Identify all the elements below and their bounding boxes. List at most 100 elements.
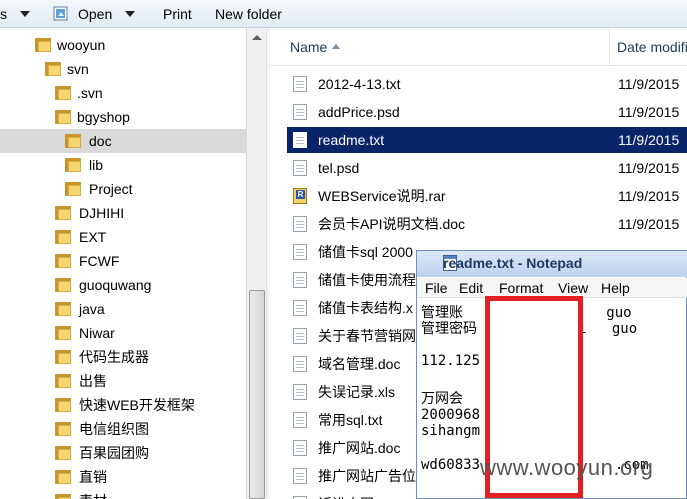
file-name: 2012-4-13.txt (318, 76, 401, 92)
file-date: 11/9/2015 (618, 104, 680, 120)
folder-icon (65, 157, 81, 173)
tree-item-svn-hidden[interactable]: .svn (0, 81, 246, 105)
tree-item-label: Project (89, 181, 133, 197)
folder-icon (55, 493, 71, 499)
tree-item-label: java (79, 301, 105, 317)
watermark: www.wooyun.org (480, 455, 654, 480)
notepad-title: readme.txt - Notepad (443, 255, 583, 271)
tree-item-label: guoquwang (79, 277, 152, 293)
file-row[interactable]: WEBService说明.rar 11/9/2015 (287, 183, 687, 209)
organize-dropdown-icon[interactable] (20, 11, 30, 17)
open-dropdown-icon[interactable] (125, 11, 135, 17)
file-date: 11/9/2015 (618, 132, 680, 148)
file-icon (293, 272, 307, 288)
file-date: 11/9/2015 (618, 160, 680, 176)
name-column-label: Name (290, 39, 328, 55)
file-name: 推广网站.doc (318, 440, 401, 456)
open-button[interactable]: Open (78, 5, 112, 23)
open-icon (53, 6, 68, 21)
tree-item-label: .svn (77, 85, 103, 101)
psd-file-icon (293, 104, 307, 120)
tree-item-project[interactable]: Project (0, 177, 246, 201)
print-button[interactable]: Print (163, 5, 192, 23)
tree-scrollbar[interactable] (246, 28, 266, 499)
folder-icon (55, 253, 71, 269)
folder-icon (35, 37, 51, 53)
command-toolbar: s Open Print New folder (0, 0, 687, 28)
file-row[interactable]: tel.psd 11/9/2015 (287, 155, 687, 181)
folder-icon (55, 397, 71, 413)
text-line: sihangm (421, 423, 481, 439)
notepad-menu-bar: File Edit Format View Help (417, 278, 687, 298)
tree-item-guoquwang[interactable]: guoquwang (0, 273, 246, 297)
tree-item-label: bgyshop (77, 109, 130, 125)
tree-item-niwar[interactable]: Niwar (0, 321, 246, 345)
tree-item-telecom-org[interactable]: 电信组织图 (0, 417, 246, 441)
folder-icon (55, 349, 71, 365)
new-folder-button[interactable]: New folder (215, 5, 282, 23)
tree-item-java[interactable]: java (0, 297, 246, 321)
xls-file-icon (293, 384, 307, 400)
tree-item-label: 电信组织图 (79, 421, 149, 437)
tree-item-fcwf[interactable]: FCWF (0, 249, 246, 273)
tree-item-materials[interactable]: 素材 (0, 489, 246, 499)
tree-item-group-buy[interactable]: 百果园团购 (0, 441, 246, 465)
file-row[interactable]: addPrice.psd 11/9/2015 (287, 99, 687, 125)
folder-icon (55, 205, 71, 221)
folder-icon (55, 301, 71, 317)
menu-edit[interactable]: Edit (459, 280, 483, 296)
text-file-icon (293, 76, 307, 92)
menu-format[interactable]: Format (499, 280, 543, 296)
notepad-title-bar[interactable]: readme.txt - Notepad (417, 251, 687, 277)
menu-file[interactable]: File (425, 280, 448, 296)
tree-item-djhihi[interactable]: DJHIHI (0, 201, 246, 225)
tree-item-wooyun[interactable]: wooyun (0, 33, 246, 57)
doc-file-icon (293, 440, 307, 456)
file-icon (293, 328, 307, 344)
tree-item-bgyshop[interactable]: bgyshop (0, 105, 246, 129)
navigation-tree: wooyun svn .svn bgyshop doc lib Project … (0, 28, 246, 499)
file-name: WEBService说明.rar (318, 188, 446, 204)
scroll-up-icon[interactable] (252, 35, 262, 40)
folder-icon (65, 133, 81, 149)
text-file-icon (293, 132, 307, 148)
file-name: 诉讼内网 (318, 491, 374, 499)
menu-help[interactable]: Help (601, 280, 630, 296)
date-column-header[interactable]: Date modified (611, 28, 687, 66)
column-header: Name Date modified (270, 28, 687, 66)
file-name: addPrice.psd (318, 104, 400, 120)
name-column-header[interactable]: Name (270, 28, 610, 66)
file-row-selected[interactable]: readme.txt 11/9/2015 (287, 127, 687, 153)
file-icon (293, 244, 307, 260)
folder-icon (45, 61, 61, 77)
file-icon (293, 468, 307, 484)
tree-item-label: EXT (79, 229, 107, 245)
tree-item-svn[interactable]: svn (0, 57, 246, 81)
tree-item-doc[interactable]: doc (0, 129, 246, 153)
menu-view[interactable]: View (558, 280, 588, 296)
folder-icon (55, 469, 71, 485)
tree-item-label: 百果园团购 (79, 445, 149, 461)
date-column-label: Date modified (617, 39, 687, 55)
tree-item-for-sale[interactable]: 出售 (0, 369, 246, 393)
tree-item-direct-sales[interactable]: 直销 (0, 465, 246, 489)
file-name: readme.txt (318, 132, 385, 148)
organize-button[interactable]: s (0, 5, 7, 23)
tree-item-label: doc (89, 133, 112, 149)
tree-item-code-generator[interactable]: 代码生成器 (0, 345, 246, 369)
file-row[interactable]: 2012-4-13.txt 11/9/2015 (287, 71, 687, 97)
tree-item-label: DJHIHI (79, 205, 125, 221)
text-line: 万网会 (421, 391, 463, 407)
tree-item-lib[interactable]: lib (0, 153, 246, 177)
tree-item-label: 代码生成器 (79, 349, 149, 365)
text-file-icon (293, 412, 307, 428)
scrollbar-thumb[interactable] (249, 290, 265, 499)
tree-item-ext[interactable]: EXT (0, 225, 246, 249)
folder-icon (55, 373, 71, 389)
tree-item-web-framework[interactable]: 快速WEB开发框架 (0, 393, 246, 417)
file-row[interactable]: 会员卡API说明文档.doc 11/9/2015 (287, 211, 687, 237)
tree-item-label: svn (67, 61, 89, 77)
file-date: 11/9/2015 (618, 188, 680, 204)
file-name: 推广网站广告位 (318, 468, 416, 484)
file-name: 储值卡表结构.x (318, 300, 413, 316)
